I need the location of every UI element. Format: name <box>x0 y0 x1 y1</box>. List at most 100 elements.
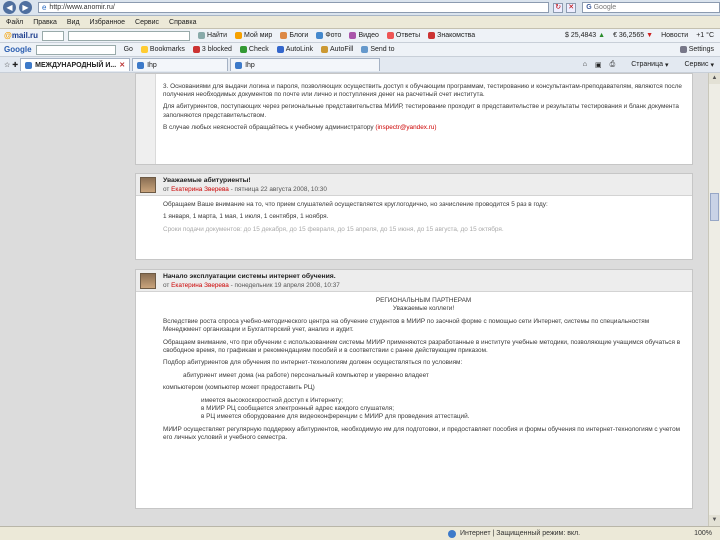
mail-toolbar: @mail.ru Найти Мой мир Блоги Фото Видео … <box>0 29 720 43</box>
post1-email-link[interactable]: (inspectr@yandex.ru) <box>375 124 436 131</box>
favorites-star-icon[interactable]: ☆ <box>4 61 10 69</box>
search-icon <box>198 32 206 39</box>
toolbar-bookmarks[interactable]: Bookmarks <box>140 46 185 53</box>
heart-icon <box>428 32 436 39</box>
post-title: Начало эксплуатации системы интернет обу… <box>163 273 336 280</box>
news-post-2: Уважаемые абитуриенты! от Екатерина Звер… <box>135 173 693 260</box>
google-search-input[interactable] <box>35 44 116 55</box>
scroll-up-icon[interactable]: ▲ <box>709 73 720 84</box>
post1-line-3: В случае любых неясностей обращайтесь к … <box>163 123 437 131</box>
post3-line-6: имеется высокоскоростной доступ к Интерн… <box>201 396 344 404</box>
toolbar-popup-blocked[interactable]: 3 blocked <box>192 46 232 53</box>
toolbar-my-world[interactable]: Мой мир <box>235 32 272 39</box>
home-icon[interactable]: ⌂ <box>583 61 587 68</box>
news-post-3: Начало эксплуатации системы интернет обу… <box>135 269 693 509</box>
autolink-icon <box>276 46 284 53</box>
post2-faded-line: Сроки подачи документов: до 15 декабря, … <box>163 225 504 233</box>
page-menu[interactable]: Страница ▾ <box>631 61 668 69</box>
add-favorite-icon[interactable]: ✚ <box>12 61 18 69</box>
toolbar-settings[interactable]: Settings <box>679 46 714 53</box>
security-zone[interactable]: Интернет | Защищенный режим: вкл. <box>448 529 580 538</box>
wrench-icon <box>679 46 687 53</box>
tab-bar: ☆ ✚ МЕЖДУНАРОДНЫЙ И... ✕ Ihp Ihp ⌂ ▣ ⎙ С… <box>0 57 720 73</box>
menu-bar: Файл Правка Вид Избранное Сервис Справка <box>0 16 720 29</box>
arrow-down-icon: ▼ <box>646 32 654 39</box>
answers-icon <box>386 32 394 39</box>
autofill-icon <box>320 46 328 53</box>
video-icon <box>349 32 357 39</box>
post2-line-2: 1 января, 1 марта, 1 мая, 1 июля, 1 сент… <box>163 213 329 221</box>
post-meta: от Екатерина Зверева - пятница 22 август… <box>163 186 327 193</box>
photo-icon <box>316 32 324 39</box>
page-icon <box>137 61 145 69</box>
toolbar-send-to[interactable]: Send to <box>361 46 394 53</box>
scroll-thumb[interactable] <box>710 193 719 221</box>
popup-blocker-icon <box>192 46 200 53</box>
menu-tools[interactable]: Сервис <box>135 19 159 26</box>
toolbar-autolink[interactable]: AutoLink <box>276 46 313 53</box>
menu-edit[interactable]: Правка <box>33 19 57 26</box>
globe-icon <box>448 529 456 538</box>
post3-line-9: МИИР осуществляет регулярную поддержку а… <box>163 425 681 442</box>
stop-button[interactable]: ✕ <box>566 2 577 13</box>
arrow-up-icon: ▲ <box>598 32 606 39</box>
ie-icon: e <box>41 3 47 12</box>
rate-usd: $ 25,4843 ▲ <box>565 32 606 39</box>
google-search-icon: G <box>586 4 592 11</box>
mail-logo[interactable]: @mail.ru <box>4 31 38 40</box>
post1-line-2: Для абитуриентов, поступающих через реги… <box>163 103 679 119</box>
google-toolbar: Google Go Bookmarks 3 blocked Check Auto… <box>0 43 720 57</box>
mail-search-box[interactable] <box>68 30 191 41</box>
close-tab-icon[interactable]: ✕ <box>119 61 125 69</box>
toolbar-check[interactable]: Check <box>239 46 269 53</box>
toolbar-dating[interactable]: Знакомства <box>428 32 475 39</box>
vertical-scrollbar[interactable]: ▲ ▼ <box>708 73 720 526</box>
tab-international[interactable]: МЕЖДУНАРОДНЫЙ И... ✕ <box>20 58 131 71</box>
post3-line-4: абитуриент имеет дома (на работе) персон… <box>183 371 429 379</box>
mail-search-button[interactable]: Найти <box>198 32 227 39</box>
check-icon <box>239 46 247 53</box>
post3-line-3: Подбор абитуриентов для обучения по инте… <box>163 359 463 367</box>
zoom-level[interactable]: 100% <box>694 530 712 537</box>
news-post-1: 3. Основаниями для выдачи логина и парол… <box>135 73 693 165</box>
toolbar-autofill[interactable]: AutoFill <box>320 46 353 53</box>
back-button[interactable]: ◀ <box>3 1 16 14</box>
tools-menu[interactable]: Сервис ▾ <box>685 61 715 69</box>
news-link[interactable]: Новости <box>661 32 688 39</box>
url-field[interactable]: e http://www.anomir.ru/ <box>37 2 550 13</box>
post-author[interactable]: Екатерина Зверева <box>171 282 229 289</box>
post-author[interactable]: Екатерина Зверева <box>171 186 229 193</box>
post3-heading-1: РЕГИОНАЛЬНЫМ ПАРТНЕРАМ <box>375 297 472 304</box>
tab-ihp-1[interactable]: Ihp <box>132 58 229 71</box>
menu-favorites[interactable]: Избранное <box>90 19 125 26</box>
toolbar-blogs[interactable]: Блоги <box>280 32 308 39</box>
toolbar-answers[interactable]: Ответы <box>386 32 420 39</box>
forward-button[interactable]: ▶ <box>18 1 32 14</box>
toolbar-photo[interactable]: Фото <box>316 32 341 39</box>
refresh-button[interactable]: ↻ <box>553 2 564 13</box>
weather[interactable]: +1 °С <box>696 32 714 39</box>
page-icon <box>235 61 243 69</box>
post1-line-1: 3. Основаниями для выдачи логина и парол… <box>163 83 682 99</box>
search-input[interactable]: G Google <box>582 2 720 13</box>
post3-line-5: компьютером (компьютер может предоставит… <box>163 384 315 392</box>
scroll-down-icon[interactable]: ▼ <box>709 515 720 526</box>
tab-ihp-2[interactable]: Ihp <box>230 58 381 71</box>
feed-icon[interactable]: ▣ <box>595 61 602 69</box>
menu-file[interactable]: Файл <box>6 19 23 26</box>
page-icon <box>25 61 33 69</box>
star-icon <box>140 46 148 53</box>
menu-view[interactable]: Вид <box>67 19 80 26</box>
mail-search-input[interactable] <box>42 30 65 41</box>
page-viewport: 3. Основаниями для выдачи логина и парол… <box>0 73 708 526</box>
toolbar-video[interactable]: Видео <box>349 32 379 39</box>
google-go-button[interactable]: Go <box>124 46 133 53</box>
print-icon[interactable]: ⎙ <box>610 61 616 69</box>
google-logo: Google <box>4 45 32 54</box>
post2-line-1: Обращаем Ваше внимание на то, что прием … <box>163 201 548 208</box>
avatar <box>140 177 156 193</box>
menu-help[interactable]: Справка <box>169 19 196 26</box>
status-bar: Интернет | Защищенный режим: вкл. 100% <box>0 526 720 540</box>
post3-line-8: в РЦ имеется оборудование для видеоконфе… <box>201 413 470 421</box>
post3-line-1: Вследствие роста спроса учебно-методичес… <box>163 317 650 334</box>
